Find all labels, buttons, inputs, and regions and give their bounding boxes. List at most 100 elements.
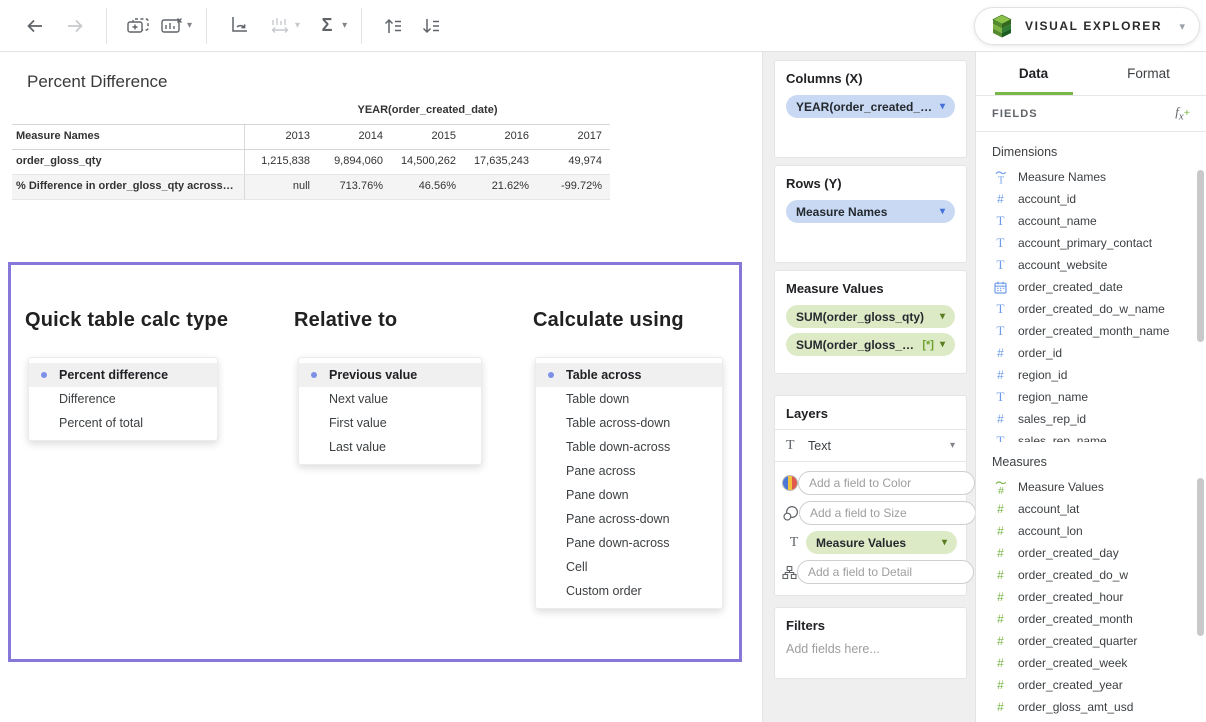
clear-visualization-caret-icon[interactable]: ▾: [187, 20, 192, 31]
dimension-field-item[interactable]: T order_created_do_w_name: [976, 298, 1206, 320]
pill-caret-icon[interactable]: ▾: [940, 311, 945, 322]
table-header-cell[interactable]: 2014: [318, 125, 391, 149]
dimension-field-item[interactable]: # region_id: [976, 364, 1206, 386]
sort-ascending-button[interactable]: [376, 9, 410, 43]
dimension-field-item[interactable]: # account_id: [976, 188, 1206, 210]
number-icon: #: [992, 412, 1009, 426]
table-header-cell[interactable]: 2016: [464, 125, 537, 149]
aggregate-button[interactable]: Σ: [310, 9, 344, 43]
sort-descending-button[interactable]: [414, 9, 448, 43]
fields-header-label: FIELDS: [992, 108, 1038, 120]
calc-option[interactable]: Custom order: [536, 579, 722, 603]
measure-values-pill[interactable]: SUM(order_gloss_qty) [*] ▾: [786, 333, 955, 356]
detail-field-input[interactable]: [797, 560, 974, 584]
relative-to-list: Previous valueNext valueFirst valueLast …: [298, 357, 482, 465]
measure-field-item[interactable]: # order_created_do_w: [976, 564, 1206, 586]
dimension-field-item[interactable]: T account_primary_contact: [976, 232, 1206, 254]
fit-width-caret-icon[interactable]: ▾: [295, 20, 300, 31]
text-slot-pill[interactable]: Measure Values ▾: [806, 531, 957, 554]
dimension-field-item[interactable]: order_created_date: [976, 276, 1206, 298]
dimension-field-item[interactable]: T sales_rep_name: [976, 430, 1206, 442]
calc-option[interactable]: Pane down: [536, 483, 722, 507]
table-value-cell[interactable]: 713.76%: [318, 175, 391, 199]
measure-field-item[interactable]: # account_lat: [976, 498, 1206, 520]
dimensions-scrollbar[interactable]: [1197, 170, 1204, 342]
calc-option[interactable]: Table across-down: [536, 411, 722, 435]
measure-field-item[interactable]: # Measure Values: [976, 476, 1206, 498]
color-field-input[interactable]: [798, 471, 975, 495]
back-button[interactable]: [18, 9, 52, 43]
pill-caret-icon[interactable]: ▾: [940, 101, 945, 112]
calc-option[interactable]: Table down: [536, 387, 722, 411]
calc-option[interactable]: Table down-across: [536, 435, 722, 459]
swap-axes-button[interactable]: [221, 9, 255, 43]
columns-pill[interactable]: YEAR(order_created_date) ▾: [786, 95, 955, 118]
calc-option[interactable]: Last value: [299, 435, 481, 459]
layer-type-select[interactable]: T Text ▾: [775, 430, 966, 462]
table-header-cell[interactable]: 2013: [245, 125, 318, 149]
fit-width-button[interactable]: [263, 9, 297, 43]
calc-option[interactable]: First value: [299, 411, 481, 435]
table-header-cell[interactable]: 2017: [537, 125, 610, 149]
dimension-field-item[interactable]: T Measure Names: [976, 166, 1206, 188]
table-header-cell[interactable]: 2015: [391, 125, 464, 149]
measure-field-item[interactable]: # order_created_day: [976, 542, 1206, 564]
pill-caret-icon[interactable]: ▾: [940, 206, 945, 217]
row-header-cell[interactable]: % Difference in order_gloss_qty across t…: [12, 175, 245, 199]
table-value-cell[interactable]: 9,894,060: [318, 150, 391, 174]
row-header-cell[interactable]: order_gloss_qty: [12, 150, 245, 174]
visual-explorer-menu-button[interactable]: VISUAL EXPLORER ▾: [974, 7, 1200, 45]
measure-values-pill[interactable]: SUM(order_gloss_qty) ▾: [786, 305, 955, 328]
table-value-cell[interactable]: 49,974: [537, 150, 610, 174]
measure-field-item[interactable]: # account_lon: [976, 520, 1206, 542]
calc-option[interactable]: Pane down-across: [536, 531, 722, 555]
measure-field-item[interactable]: # order_created_month: [976, 608, 1206, 630]
tab-data[interactable]: Data: [976, 52, 1091, 95]
dimension-field-item[interactable]: T account_name: [976, 210, 1206, 232]
filters-title: Filters: [786, 618, 955, 633]
pill-caret-icon[interactable]: ▾: [940, 339, 945, 350]
table-value-cell[interactable]: 17,635,243: [464, 150, 537, 174]
table-value-cell[interactable]: null: [245, 175, 318, 199]
calc-option[interactable]: Previous value: [299, 363, 481, 387]
dimension-field-item[interactable]: T order_created_month_name: [976, 320, 1206, 342]
new-visualization-button[interactable]: [121, 9, 155, 43]
clear-visualization-button[interactable]: [155, 9, 189, 43]
calc-option[interactable]: Next value: [299, 387, 481, 411]
add-calculated-field-icon[interactable]: fx+: [1175, 104, 1190, 123]
dimension-field-item[interactable]: # sales_rep_id: [976, 408, 1206, 430]
rows-pill[interactable]: Measure Names ▾: [786, 200, 955, 223]
calc-option[interactable]: Percent of total: [29, 411, 217, 435]
measure-field-item[interactable]: # order_created_hour: [976, 586, 1206, 608]
calc-option[interactable]: Table across: [536, 363, 722, 387]
measure-field-item[interactable]: # order_created_year: [976, 674, 1206, 696]
measures-scrollbar[interactable]: [1197, 478, 1204, 636]
sigma-icon: Σ: [322, 15, 333, 36]
calc-option[interactable]: Pane across: [536, 459, 722, 483]
filters-shelf[interactable]: Filters Add fields here...: [774, 607, 967, 679]
table-value-cell[interactable]: 46.56%: [391, 175, 464, 199]
table-header-cell[interactable]: Measure Names: [12, 125, 245, 149]
aggregate-caret-icon[interactable]: ▾: [342, 20, 347, 31]
tab-format[interactable]: Format: [1091, 52, 1206, 95]
calc-option[interactable]: Difference: [29, 387, 217, 411]
dimension-field-item[interactable]: T account_website: [976, 254, 1206, 276]
forward-button[interactable]: [58, 9, 92, 43]
dimension-field-item[interactable]: T region_name: [976, 386, 1206, 408]
pill-caret-icon[interactable]: ▾: [942, 537, 947, 548]
number-icon: #: [992, 612, 1009, 626]
back-arrow-icon: [25, 16, 45, 36]
measure-field-item[interactable]: # order_created_quarter: [976, 630, 1206, 652]
calc-option[interactable]: Pane across-down: [536, 507, 722, 531]
measure-field-item[interactable]: # order_created_week: [976, 652, 1206, 674]
calc-option[interactable]: Cell: [536, 555, 722, 579]
dimension-field-item[interactable]: # order_id: [976, 342, 1206, 364]
table-value-cell[interactable]: 1,215,838: [245, 150, 318, 174]
table-value-cell[interactable]: -99.72%: [537, 175, 610, 199]
size-field-input[interactable]: [799, 501, 976, 525]
measure-field-item[interactable]: # order_gloss_amt_usd: [976, 696, 1206, 718]
calc-option[interactable]: Percent difference: [29, 363, 217, 387]
measure-values-shelf: Measure Values SUM(order_gloss_qty) ▾ SU…: [774, 270, 967, 374]
table-value-cell[interactable]: 14,500,262: [391, 150, 464, 174]
table-value-cell[interactable]: 21.62%: [464, 175, 537, 199]
